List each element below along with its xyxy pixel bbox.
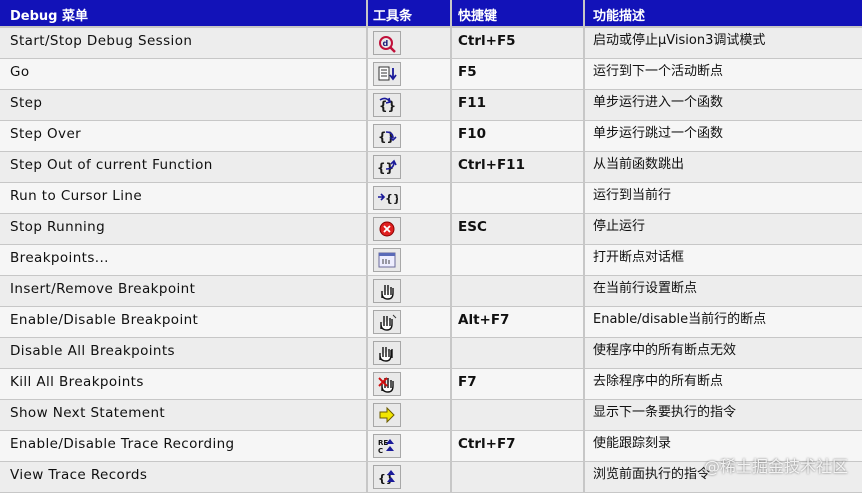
table-row: Step {} F11 单步运行进入一个函数 [0,90,862,120]
description: 使程序中的所有断点无效 [593,343,737,358]
shortcut-key: Ctrl+F11 [458,157,525,173]
table-row: Go F5 运行到下一个活动断点 [0,59,862,89]
description: 从当前函数跳出 [593,157,685,172]
table-row: Step Out of current Function {} Ctrl+F11 从当… [0,152,862,182]
shortcut-key: Ctrl+F5 [458,33,516,49]
command-name: Step Over [10,126,82,142]
description: 启动或停止μVision3调试模式 [593,33,766,48]
command-name: Show Next Statement [10,405,166,421]
table-row: Stop Running ESC 停止运行 [0,214,862,244]
table-row: Breakpoints... 打开断点对话框 [0,245,862,275]
shortcut-key: F5 [458,64,477,80]
debug-session-icon: d [373,31,401,55]
svg-text:d: d [383,39,389,48]
description: 打开断点对话框 [593,250,685,265]
command-name: Go [10,64,30,80]
description: 运行到下一个活动断点 [593,64,724,79]
hand-all-icon [373,341,401,365]
header-shortcut: 快捷键 [458,9,498,24]
next-statement-arrow-icon [373,403,401,427]
shortcut-key: Alt+F7 [458,312,510,328]
table-row: Disable All Breakpoints 使程序中的所有断点无效 [0,338,862,368]
header-toolbar: 工具条 [373,9,413,24]
table-row: Step Over {} F10 单步运行跳过一个函数 [0,121,862,151]
table-row: Kill All Breakpoints F7 去除程序中的所有断点 [0,369,862,399]
svg-text:{}: {} [385,192,398,205]
description: 浏览前面执行的指令 [593,467,711,482]
description: 显示下一条要执行的指令 [593,405,737,420]
command-name: Enable/Disable Trace Recording [10,436,235,452]
stop-icon [373,217,401,241]
view-trace-icon: {} [373,465,401,489]
column-divider [583,0,585,493]
description: 在当前行设置断点 [593,281,698,296]
command-name: Step [10,95,43,111]
table-row: Start/Stop Debug Session d Ctrl+F5 启动或停止μVi… [0,28,862,58]
table-row: Insert/Remove Breakpoint 在当前行设置断点 [0,276,862,306]
description: 单步运行进入一个函数 [593,95,724,110]
header-command: Debug 菜单 [10,9,89,24]
step-over-icon: {} [373,124,401,148]
table-row: Show Next Statement 显示下一条要执行的指令 [0,400,862,430]
description: 停止运行 [593,219,646,234]
debug-commands-table: Debug 菜单 工具条 快捷键 功能描述 Start/Stop Debug S… [0,0,862,493]
description: 去除程序中的所有断点 [593,374,724,389]
description: 使能跟踪刻录 [593,436,672,451]
table-row: Run to Cursor Line {} 运行到当前行 [0,183,862,213]
command-name: Insert/Remove Breakpoint [10,281,196,297]
command-name: View Trace Records [10,467,148,483]
breakpoints-dialog-icon [373,248,401,272]
table-row: Enable/Disable Breakpoint Alt+F7 Enable/di… [0,307,862,337]
svg-text:{}: {} [379,99,396,113]
go-icon [373,62,401,86]
description: 单步运行跳过一个函数 [593,126,724,141]
svg-text:C: C [378,447,383,455]
shortcut-key: F11 [458,95,487,111]
shortcut-key: ESC [458,219,487,235]
command-name: Enable/Disable Breakpoint [10,312,199,328]
step-into-icon: {} [373,93,401,117]
hand-icon [373,279,401,303]
shortcut-key: F7 [458,374,477,390]
shortcut-key: F10 [458,126,487,142]
shortcut-key: Ctrl+F7 [458,436,516,452]
table-header: Debug 菜单 工具条 快捷键 功能描述 [0,0,862,26]
command-name: Step Out of current Function [10,157,213,173]
kill-breakpoints-icon [373,372,401,396]
trace-recording-icon: RE C [373,434,401,458]
step-out-icon: {} [373,155,401,179]
column-divider [450,0,452,493]
column-divider [366,0,368,493]
description: Enable/disable当前行的断点 [593,312,767,327]
command-name: Start/Stop Debug Session [10,33,193,49]
watermark: @稀土掘金技术社区 [703,457,848,476]
hand-toggle-icon [373,310,401,334]
run-to-cursor-icon: {} [373,186,401,210]
command-name: Stop Running [10,219,106,235]
command-name: Disable All Breakpoints [10,343,175,359]
command-name: Run to Cursor Line [10,188,143,204]
command-name: Kill All Breakpoints [10,374,144,390]
header-description: 功能描述 [593,9,646,24]
command-name: Breakpoints... [10,250,109,266]
description: 运行到当前行 [593,188,672,203]
